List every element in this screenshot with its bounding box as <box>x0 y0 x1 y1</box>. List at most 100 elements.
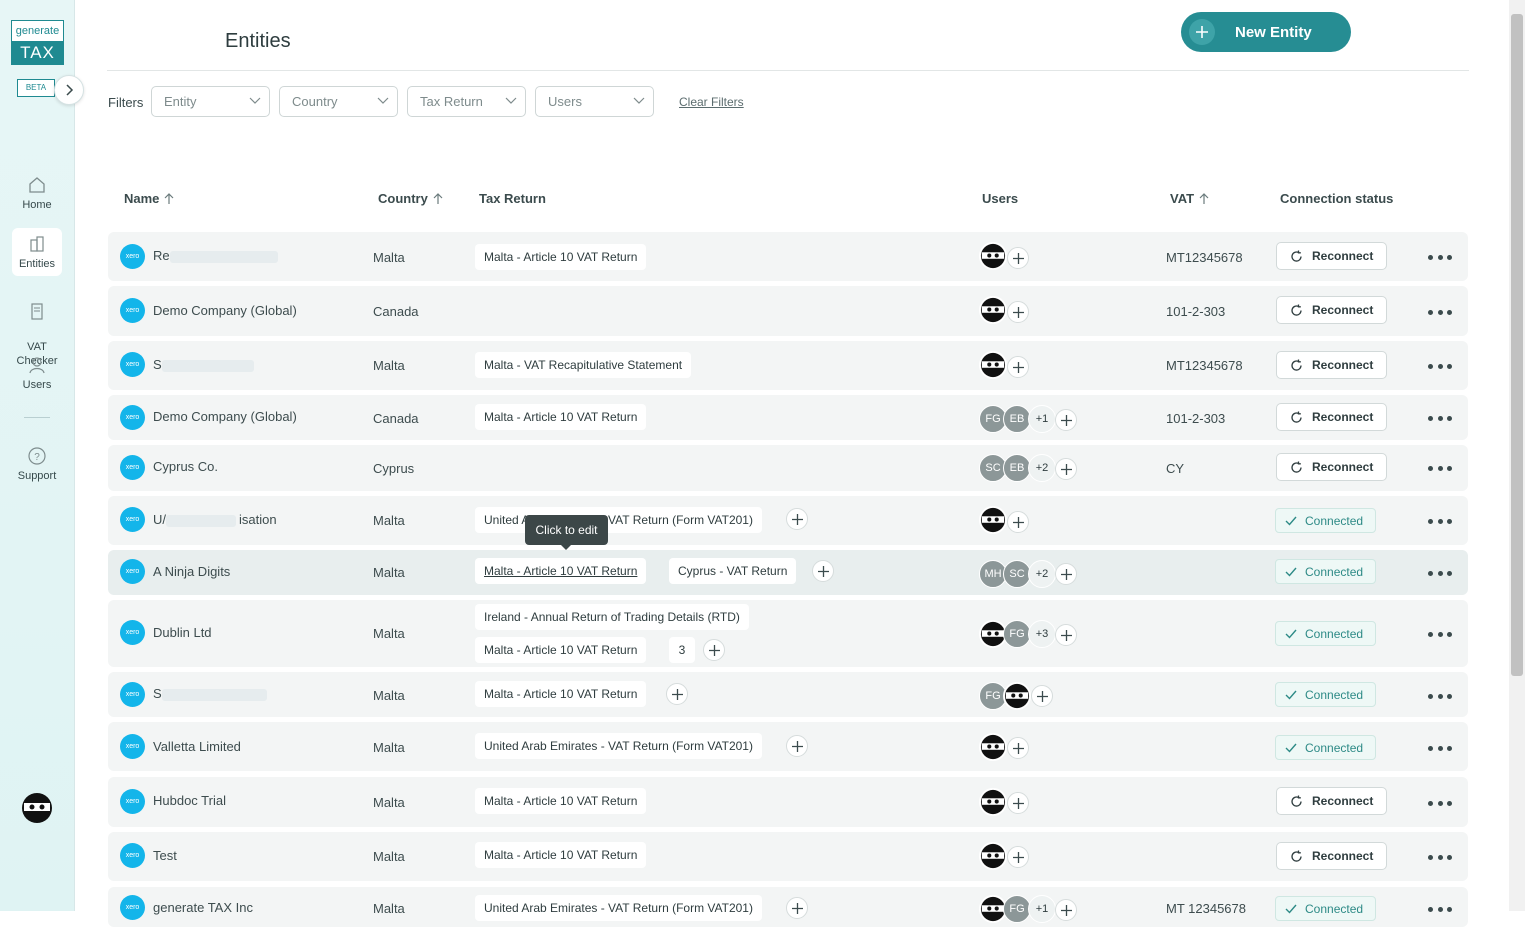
page-scrollbar[interactable] <box>1509 0 1525 911</box>
more-options-button[interactable] <box>1428 364 1452 370</box>
entity-name[interactable]: Dublin Ltd <box>153 625 212 640</box>
add-user-button[interactable] <box>1055 899 1077 921</box>
table-row[interactable]: xero A Ninja Digits Malta Malta - Articl… <box>108 550 1468 595</box>
user-avatar[interactable] <box>979 296 1007 324</box>
more-options-button[interactable] <box>1428 694 1452 700</box>
column-header-country[interactable]: Country <box>378 191 443 206</box>
table-row[interactable]: xero Cyprus Co. Cyprus SC EB +2 CY Recon… <box>108 445 1468 491</box>
more-options-button[interactable] <box>1428 416 1452 422</box>
more-options-button[interactable] <box>1428 571 1452 577</box>
more-options-button[interactable] <box>1428 907 1452 913</box>
more-returns-count[interactable]: 3 <box>669 637 695 663</box>
table-row[interactable]: xero Test Malta Malta - Article 10 VAT R… <box>108 832 1468 881</box>
tax-return-chip[interactable]: Ireland - Annual Return of Trading Detai… <box>475 604 749 630</box>
tax-return-chip[interactable]: United Arab Emirates - VAT Return (Form … <box>475 733 762 759</box>
entity-filter[interactable]: Entity <box>151 86 270 117</box>
sidebar-item-users[interactable]: Users <box>12 355 62 391</box>
table-row[interactable]: xero S Malta Malta - Article 10 VAT Retu… <box>108 672 1468 717</box>
tax-return-chip[interactable]: Malta - Article 10 VAT Return <box>475 842 647 868</box>
user-avatar[interactable] <box>21 792 53 824</box>
add-tax-return-button[interactable] <box>786 735 808 757</box>
table-row[interactable]: xero S Malta Malta - VAT Recapitulative … <box>108 341 1468 390</box>
user-avatar[interactable]: SC <box>1003 560 1031 588</box>
entity-name[interactable]: Hubdoc Trial <box>153 793 226 808</box>
table-row[interactable]: xero Demo Company (Global) Canada Malta … <box>108 395 1468 440</box>
reconnect-button[interactable]: Reconnect <box>1276 842 1387 870</box>
tax-return-chip[interactable]: Malta - Article 10 VAT Return <box>475 788 647 814</box>
new-entity-button[interactable]: New Entity <box>1181 12 1351 52</box>
user-avatar[interactable] <box>979 733 1007 761</box>
user-avatar[interactable] <box>979 788 1007 816</box>
reconnect-button[interactable]: Reconnect <box>1276 403 1387 431</box>
tax-return-chip[interactable]: Malta - Article 10 VAT Return <box>475 244 647 270</box>
more-users-badge[interactable]: +1 <box>1028 895 1056 923</box>
sidebar-item-support[interactable]: ? Support <box>12 446 62 482</box>
add-user-button[interactable] <box>1007 792 1029 814</box>
reconnect-button[interactable]: Reconnect <box>1276 242 1387 270</box>
entity-name[interactable]: Demo Company (Global) <box>153 303 297 318</box>
user-avatar[interactable] <box>1003 682 1031 710</box>
users-filter[interactable]: Users <box>535 86 654 117</box>
user-avatar[interactable]: EB <box>1003 405 1031 433</box>
add-user-button[interactable] <box>1055 563 1077 585</box>
entity-name[interactable]: A Ninja Digits <box>153 564 230 579</box>
add-tax-return-button[interactable] <box>703 639 725 661</box>
more-options-button[interactable] <box>1428 855 1452 861</box>
user-avatar[interactable]: EB <box>1003 454 1031 482</box>
reconnect-button[interactable]: Reconnect <box>1276 787 1387 815</box>
entity-name[interactable]: Test <box>153 848 177 863</box>
user-avatar[interactable] <box>979 351 1007 379</box>
scrollbar-thumb[interactable] <box>1511 14 1523 676</box>
add-user-button[interactable] <box>1007 247 1029 269</box>
add-tax-return-button[interactable] <box>812 560 834 582</box>
add-user-button[interactable] <box>1007 737 1029 759</box>
entity-name[interactable]: Demo Company (Global) <box>153 409 297 424</box>
add-user-button[interactable] <box>1055 409 1077 431</box>
add-tax-return-button[interactable] <box>666 683 688 705</box>
table-row[interactable]: xero U/isation Malta United Arab Emirate… <box>108 496 1468 545</box>
more-options-button[interactable] <box>1428 519 1452 525</box>
country-filter[interactable]: Country <box>279 86 398 117</box>
more-options-button[interactable] <box>1428 466 1452 472</box>
add-user-button[interactable] <box>1055 458 1077 480</box>
column-header-vat[interactable]: VAT <box>1170 191 1209 206</box>
add-tax-return-button[interactable] <box>786 897 808 919</box>
tax-return-chip[interactable]: Malta - VAT Recapitulative Statement <box>475 352 692 378</box>
expand-sidebar-button[interactable] <box>54 75 84 105</box>
entity-name[interactable]: Re <box>153 248 278 263</box>
user-avatar[interactable]: FG <box>1003 620 1031 648</box>
more-options-button[interactable] <box>1428 746 1452 752</box>
tax-return-chip[interactable]: United Arab Emirates - VAT Return (Form … <box>475 895 762 921</box>
tax-return-filter[interactable]: Tax Return <box>407 86 526 117</box>
clear-filters-link[interactable]: Clear Filters <box>679 95 744 109</box>
table-row[interactable]: xero Hubdoc Trial Malta Malta - Article … <box>108 777 1468 827</box>
add-user-button[interactable] <box>1055 624 1077 646</box>
table-row[interactable]: xero generate TAX Inc Malta United Arab … <box>108 887 1468 927</box>
sidebar-item-entities[interactable]: Entities <box>12 228 62 276</box>
table-row[interactable]: xero Valletta Limited Malta United Arab … <box>108 722 1468 771</box>
more-options-button[interactable] <box>1428 310 1452 316</box>
add-user-button[interactable] <box>1007 511 1029 533</box>
entity-name[interactable]: generate TAX Inc <box>153 900 253 915</box>
reconnect-button[interactable]: Reconnect <box>1276 351 1387 379</box>
tax-return-chip[interactable]: Malta - Article 10 VAT Return <box>475 558 647 584</box>
entity-name[interactable]: Cyprus Co. <box>153 459 218 474</box>
entity-name[interactable]: Valletta Limited <box>153 739 241 754</box>
user-avatar[interactable] <box>979 842 1007 870</box>
more-options-button[interactable] <box>1428 255 1452 261</box>
more-options-button[interactable] <box>1428 632 1452 638</box>
user-avatar[interactable]: FG <box>1003 895 1031 923</box>
table-row[interactable]: xero Re Malta Malta - Article 10 VAT Ret… <box>108 232 1468 281</box>
sidebar-item-home[interactable]: Home <box>12 175 62 211</box>
table-row[interactable]: xero Demo Company (Global) Canada 101-2-… <box>108 286 1468 336</box>
add-user-button[interactable] <box>1007 356 1029 378</box>
add-user-button[interactable] <box>1007 301 1029 323</box>
add-tax-return-button[interactable] <box>786 508 808 530</box>
tax-return-chip[interactable]: Malta - Article 10 VAT Return <box>475 637 647 663</box>
entity-name[interactable]: U/isation <box>153 512 277 527</box>
brand-logo[interactable]: generate TAX <box>11 20 64 65</box>
add-user-button[interactable] <box>1031 685 1053 707</box>
more-options-button[interactable] <box>1428 801 1452 807</box>
entity-name[interactable]: S <box>153 686 267 701</box>
tax-return-chip[interactable]: Cyprus - VAT Return <box>669 558 797 584</box>
